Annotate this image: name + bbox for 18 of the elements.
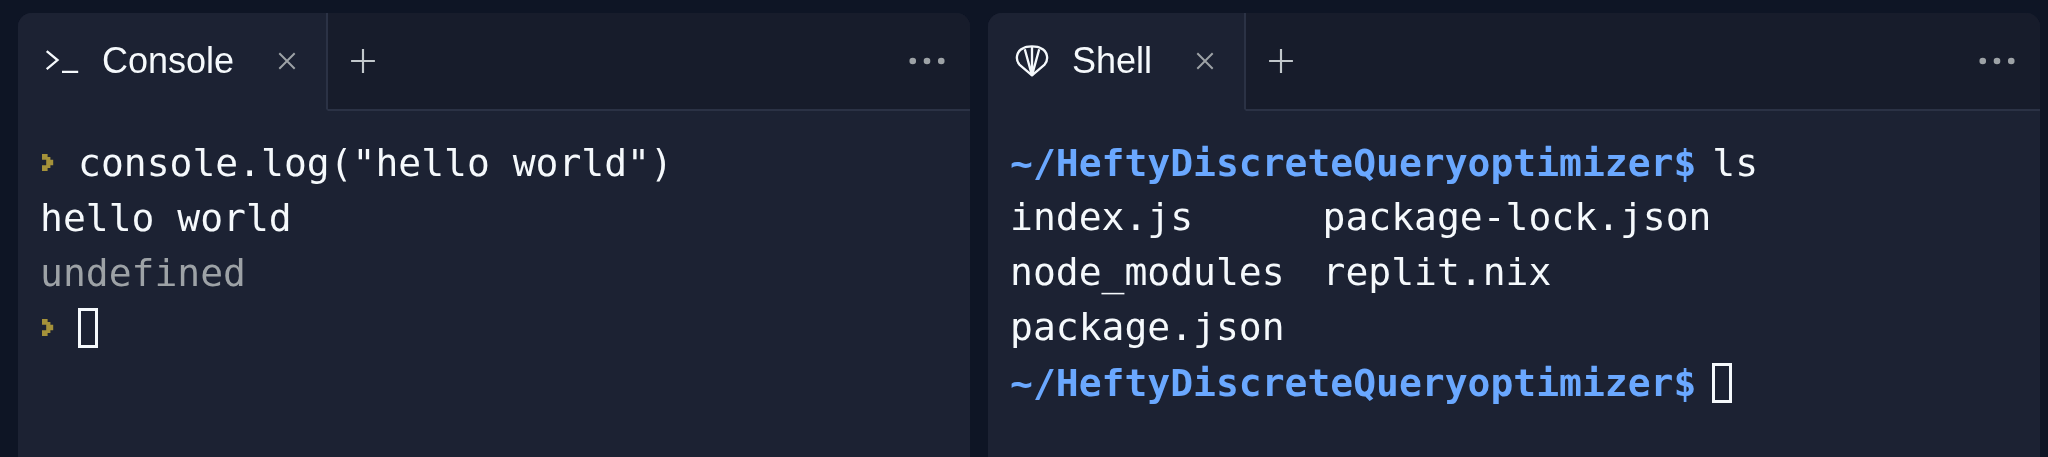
- shell-command: ls: [1712, 140, 1759, 185]
- file-name: index.js: [1010, 194, 1195, 241]
- file-name: package-lock.json: [1322, 194, 1712, 241]
- add-tab-icon[interactable]: [1268, 48, 1295, 74]
- file-name: replit.nix: [1322, 249, 1553, 296]
- more-icon[interactable]: [908, 56, 946, 66]
- file-name: package.json: [1010, 304, 1285, 351]
- file-name: node_modules: [1010, 249, 1285, 297]
- command-text: console.log("hello world"): [78, 140, 673, 185]
- prompt-icon: [42, 154, 56, 171]
- console-result: undefined: [40, 250, 246, 295]
- shell-icon: [1014, 43, 1050, 79]
- more-icon[interactable]: [1978, 56, 2016, 66]
- prompt-path: ~/HeftyDiscreteQueryoptimizer$: [1010, 140, 1697, 185]
- prompt-path: ~/HeftyDiscreteQueryoptimizer$: [1010, 360, 1697, 405]
- prompt-icon: [42, 319, 56, 336]
- add-tab-icon[interactable]: [350, 48, 377, 74]
- console-output: hello world: [40, 195, 292, 240]
